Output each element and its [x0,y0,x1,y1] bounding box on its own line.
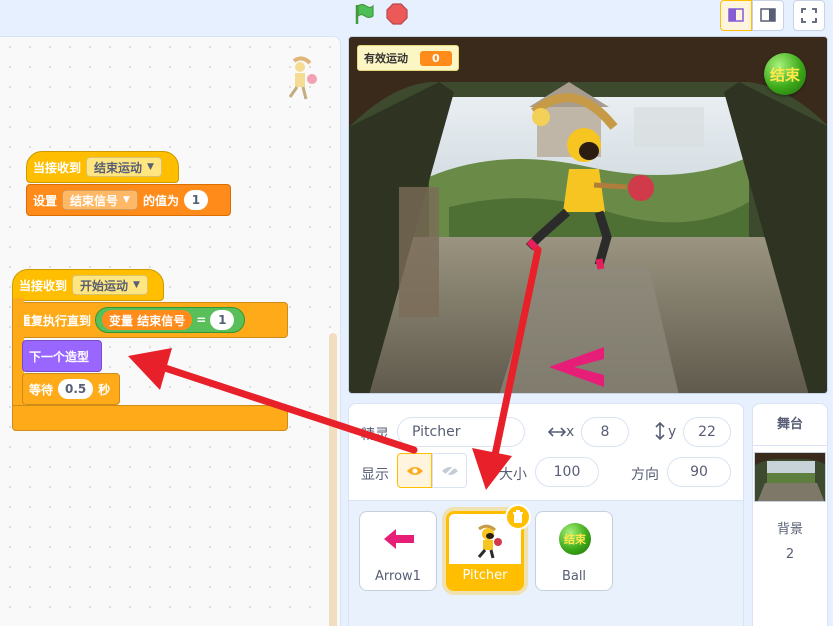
sprite-info-pane: 精灵 Pitcher x 8 y 22 显示 大小 100 方向 90 [348,403,744,501]
backdrop-count: 2 [785,547,795,562]
ball-thumb-text: 结束 [559,523,591,555]
hide-button[interactable] [432,453,467,488]
sprite-list: Arrow1 Pitcher 结束 Ball [348,501,744,626]
wait-unit: 秒 [98,382,111,397]
show-label: 显示 [361,467,389,483]
ball-sprite-thumb: 结束 [556,520,594,558]
repeat-until-label: 重复执行直到 [19,313,92,328]
backdrop-thumbnail[interactable] [754,452,826,502]
backdrop-label: 背景 [776,522,803,537]
equals-sign: = [196,313,207,327]
wait-label: 等待 [29,382,54,397]
sprite-name: Ball [561,569,587,584]
sprite-name: Arrow1 [375,569,421,584]
sprite-tile-ball[interactable]: 结束 Ball [535,511,613,591]
current-sprite-thumbnail [288,56,317,100]
fullscreen-button[interactable] [793,0,825,31]
sprite-tile-arrow1[interactable]: Arrow1 [359,511,437,591]
wait-value-input[interactable]: 0.5 [58,379,94,399]
wait-block[interactable]: 等待 0.5 秒 [22,373,120,405]
sprite-name-input[interactable]: Pitcher [397,417,525,447]
set-variable-block[interactable]: 设置 结束信号 ▼ 的值为 1 [26,184,231,216]
fullscreen-icon [801,8,817,23]
arrow-left-icon [384,529,414,549]
stage[interactable]: 有效运动 0 结束 [348,36,828,394]
green-flag-icon[interactable] [352,2,376,26]
next-costume-label: 下一个造型 [29,349,90,364]
show-button[interactable] [397,453,432,488]
sprite-label: 精灵 [361,427,389,443]
variable-reporter[interactable]: 变量 结束信号 [102,310,193,330]
x-label: x [566,424,575,440]
pitcher-sprite-thumb [469,522,507,560]
x-input[interactable]: 8 [581,417,629,447]
caret-down-icon: ▼ [123,195,130,205]
direction-input[interactable]: 90 [667,457,731,487]
message-dropdown[interactable]: 开始运动 ▼ [72,275,148,295]
repeat-c-bottom [12,405,288,431]
y-arrows-icon [655,422,665,440]
equals-operator[interactable]: 变量 结束信号 = 1 [95,307,246,333]
repeat-until-block[interactable]: 重复执行直到 变量 结束信号 = 1 [12,302,288,338]
arrow-sprite-thumb [380,520,418,558]
top-bar [0,0,833,36]
stage-target-pane[interactable]: 舞台 背景 2 [752,403,828,626]
sprite-tile-pitcher[interactable]: Pitcher [446,504,531,591]
variable-dropdown[interactable]: 结束信号 ▼ [62,190,138,210]
pitcher-icon [477,524,502,559]
hat-label: 当接收到 [33,160,82,175]
caret-down-icon: ▼ [147,162,154,172]
code-scrollbar[interactable] [329,333,337,626]
monitor-label: 有效运动 [364,52,408,65]
y-label: y [668,424,677,440]
eye-slash-icon [441,463,458,478]
small-stage-icon [728,8,744,22]
large-stage-icon [760,8,776,22]
hat-label: 当接收到 [19,278,68,293]
y-input[interactable]: 22 [683,417,731,447]
small-stage-button[interactable] [720,0,752,31]
when-receive-end-block[interactable]: 当接收到 结束运动 ▼ [26,151,179,183]
set-to-label: 的值为 [142,193,179,208]
caret-down-icon: ▼ [133,280,140,290]
set-label: 设置 [33,193,58,208]
compare-value-input[interactable]: 1 [210,310,235,330]
eye-icon [406,466,423,475]
sprite-name: Pitcher [449,564,521,588]
direction-label: 方向 [631,467,659,483]
stage-backdrop [349,37,827,393]
backdrop-thumb-image [755,453,825,501]
trash-icon [513,510,523,523]
size-label: 大小 [499,467,527,483]
end-ball-sprite[interactable]: 结束 [764,53,806,95]
set-value-input[interactable]: 1 [183,190,208,210]
delete-sprite-button[interactable] [505,504,531,530]
stop-icon[interactable] [385,2,409,26]
monitor-value: 0 [420,50,452,66]
message-dropdown[interactable]: 结束运动 ▼ [86,157,162,177]
when-receive-start-block[interactable]: 当接收到 开始运动 ▼ [12,269,164,301]
next-costume-block[interactable]: 下一个造型 [22,340,102,372]
x-arrows-icon [548,427,566,437]
large-stage-button[interactable] [752,0,784,31]
stage-pane-title: 舞台 [753,404,827,446]
variable-monitor[interactable]: 有效运动 0 [357,45,459,71]
size-input[interactable]: 100 [535,457,599,487]
